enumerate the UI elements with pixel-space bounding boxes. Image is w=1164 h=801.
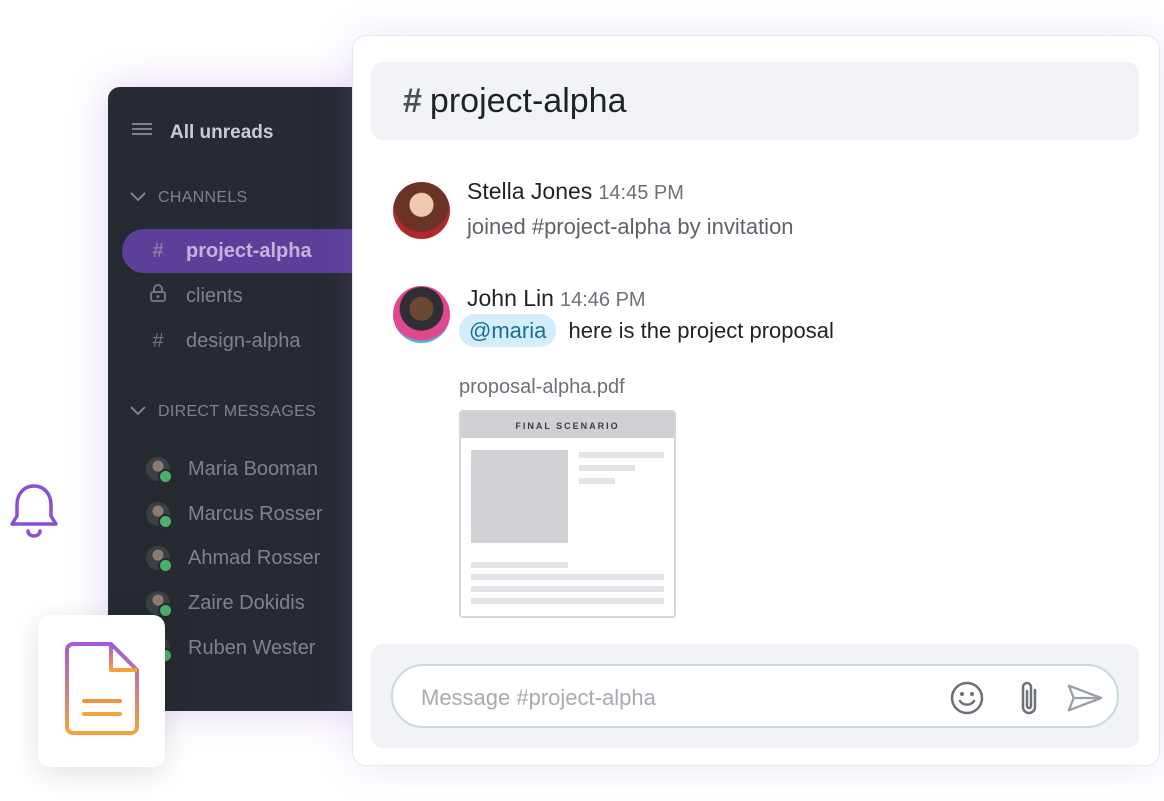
document-icon [65, 642, 139, 735]
avatar[interactable] [393, 182, 450, 239]
message-author[interactable]: John Lin 14:46 PM [467, 285, 646, 312]
all-unreads-label: All unreads [170, 122, 274, 143]
lock-icon [148, 284, 168, 308]
user-mention[interactable]: @maria [459, 314, 557, 347]
emoji-button[interactable] [949, 680, 985, 716]
message-text: joined #project-alpha by invitation [467, 214, 794, 239]
sidebar-item-marcus-rosser[interactable]: Marcus Rosser [146, 498, 368, 530]
message-composer [391, 664, 1119, 728]
all-unreads-item[interactable]: All unreads [132, 117, 368, 149]
chat-panel: # project-alpha Stella Jones 14:45 PM joi… [352, 35, 1160, 766]
sidebar-item-zaire-dokidis[interactable]: Zaire Dokidis [146, 587, 368, 619]
direct-messages-heading: DIRECT MESSAGES [158, 403, 317, 420]
send-icon [1067, 684, 1103, 712]
dm-label: Ahmad Rosser [188, 546, 321, 569]
author-name[interactable]: John Lin [467, 285, 554, 311]
sidebar-item-maria-booman[interactable]: Maria Booman [146, 453, 368, 485]
preview-text-line [471, 562, 568, 568]
preview-image-placeholder [471, 450, 568, 543]
preview-text-line [471, 598, 664, 604]
avatar [146, 502, 173, 529]
author-name[interactable]: Stella Jones [467, 178, 592, 204]
chevron-down-icon [130, 189, 146, 207]
preview-text-line [579, 465, 635, 471]
avatar [146, 546, 173, 573]
composer-area [371, 644, 1139, 748]
message-text: @maria here is the project proposal [459, 314, 834, 347]
sidebar-item-design-alpha[interactable]: # design-alpha [122, 319, 368, 363]
message-author[interactable]: Stella Jones 14:45 PM [467, 178, 684, 205]
preview-text-line [471, 574, 664, 580]
preview-heading: FINAL SCENARIO [461, 412, 674, 438]
message-timestamp: 14:46 PM [559, 289, 646, 311]
online-status-dot [158, 558, 173, 573]
dm-label: Maria Booman [188, 457, 319, 480]
online-status-dot [158, 603, 173, 618]
document-card [38, 615, 165, 767]
hash-icon: # [152, 329, 164, 352]
hash-icon: # [403, 81, 422, 120]
preview-text-line [579, 452, 664, 458]
channels-section-toggle[interactable]: CHANNELS [130, 188, 368, 208]
attachment-filename[interactable]: proposal-alpha.pdf [459, 376, 625, 399]
channel-label: project-alpha [186, 239, 312, 262]
avatar [146, 591, 173, 618]
preview-text-line [579, 478, 615, 484]
attach-button[interactable] [1011, 680, 1047, 716]
channels-heading: CHANNELS [158, 189, 248, 206]
online-status-dot [158, 514, 173, 529]
sidebar-item-project-alpha[interactable]: # project-alpha [122, 229, 368, 273]
chevron-down-icon [130, 403, 146, 421]
sidebar-item-ruben-wester[interactable]: Ruben Wester [146, 632, 368, 664]
channel-label: clients [186, 284, 243, 307]
dm-label: Marcus Rosser [188, 502, 323, 525]
message-timestamp: 14:45 PM [598, 182, 684, 204]
smiley-icon [950, 681, 984, 715]
list-icon [132, 122, 152, 144]
avatar[interactable] [393, 286, 450, 343]
channel-header: # project-alpha [371, 62, 1139, 140]
hash-icon: # [152, 239, 164, 262]
bell-icon [8, 482, 60, 540]
paperclip-icon [1021, 681, 1037, 715]
sidebar-item-ahmad-rosser[interactable]: Ahmad Rosser [146, 542, 368, 574]
avatar [146, 457, 173, 484]
attachment-preview[interactable]: FINAL SCENARIO [459, 410, 676, 618]
preview-text-line [471, 586, 664, 592]
page-title: project-alpha [429, 81, 627, 120]
send-button[interactable] [1067, 680, 1103, 716]
message-input[interactable] [419, 680, 923, 716]
channel-label: design-alpha [186, 329, 301, 352]
message-body: here is the project proposal [568, 318, 834, 343]
sidebar-item-clients[interactable]: clients [122, 274, 368, 318]
direct-messages-section-toggle[interactable]: DIRECT MESSAGES [130, 402, 368, 422]
dm-label: Ruben Wester [188, 636, 316, 659]
online-status-dot [158, 469, 173, 484]
dm-label: Zaire Dokidis [188, 591, 305, 614]
